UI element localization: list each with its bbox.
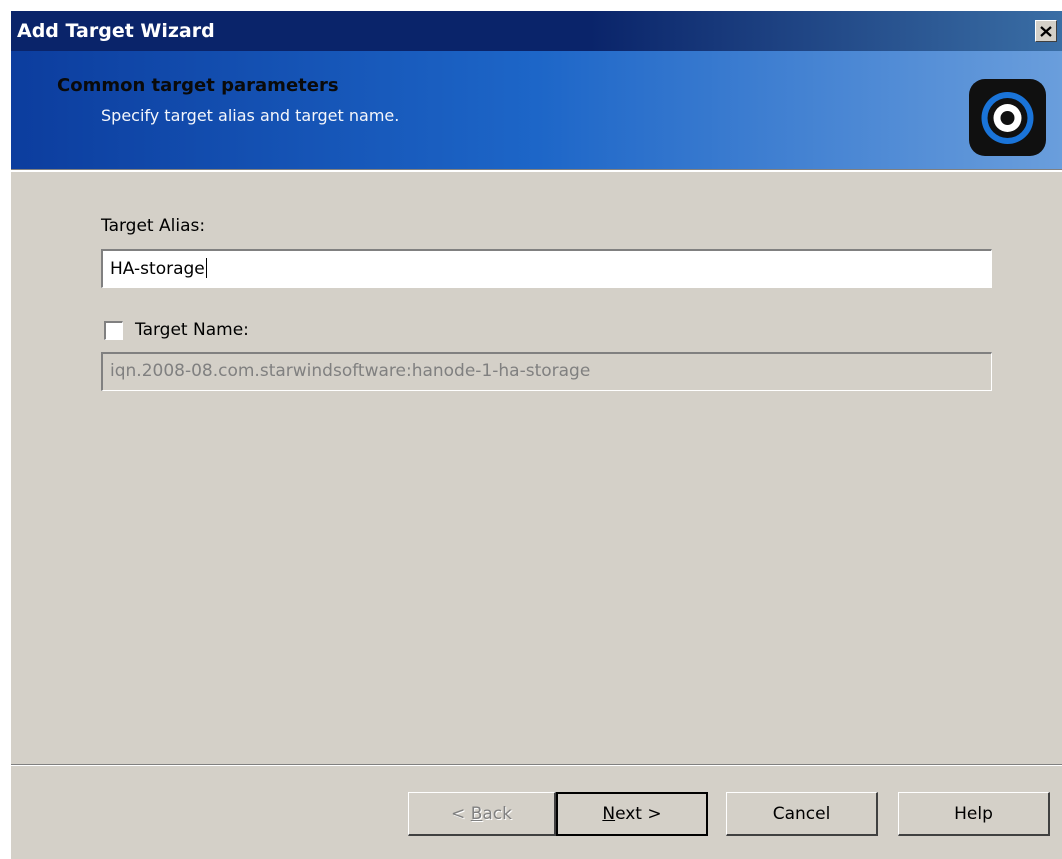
target-alias-value: HA-storage — [110, 259, 205, 279]
banner-divider — [11, 169, 1062, 172]
wizard-window: Add Target Wizard Common target paramete… — [10, 10, 1062, 859]
target-alias-label: Target Alias: — [101, 216, 206, 236]
target-alias-input[interactable]: HA-storage — [101, 249, 992, 288]
target-name-value: iqn.2008-08.com.starwindsoftware:hanode-… — [110, 361, 591, 381]
page-subtitle: Specify target alias and target name. — [101, 106, 400, 125]
close-button[interactable] — [1035, 20, 1057, 42]
footer-separator — [11, 764, 1062, 766]
help-button-label: Help — [954, 803, 993, 824]
title-bar[interactable]: Add Target Wizard — [11, 11, 1062, 51]
text-caret — [205, 258, 207, 278]
close-icon — [1040, 25, 1052, 37]
next-button-label: ext > — [615, 804, 662, 824]
back-button-label: ack — [482, 803, 512, 824]
window-title: Add Target Wizard — [17, 20, 215, 42]
cancel-button-label: Cancel — [772, 803, 831, 824]
target-name-label: Target Name: — [135, 320, 249, 340]
page-title: Common target parameters — [57, 75, 339, 96]
back-button-prefix: < — [451, 803, 471, 824]
back-button[interactable]: < Back — [408, 792, 556, 836]
cancel-button[interactable]: Cancel — [726, 792, 878, 836]
next-button[interactable]: Next > — [556, 792, 708, 836]
target-name-checkbox[interactable] — [104, 321, 123, 340]
next-button-mnemonic: N — [602, 804, 616, 824]
help-button[interactable]: Help — [898, 792, 1050, 836]
starwind-logo-icon — [969, 79, 1046, 156]
back-button-mnemonic: B — [470, 803, 483, 824]
target-name-input: iqn.2008-08.com.starwindsoftware:hanode-… — [101, 352, 992, 391]
